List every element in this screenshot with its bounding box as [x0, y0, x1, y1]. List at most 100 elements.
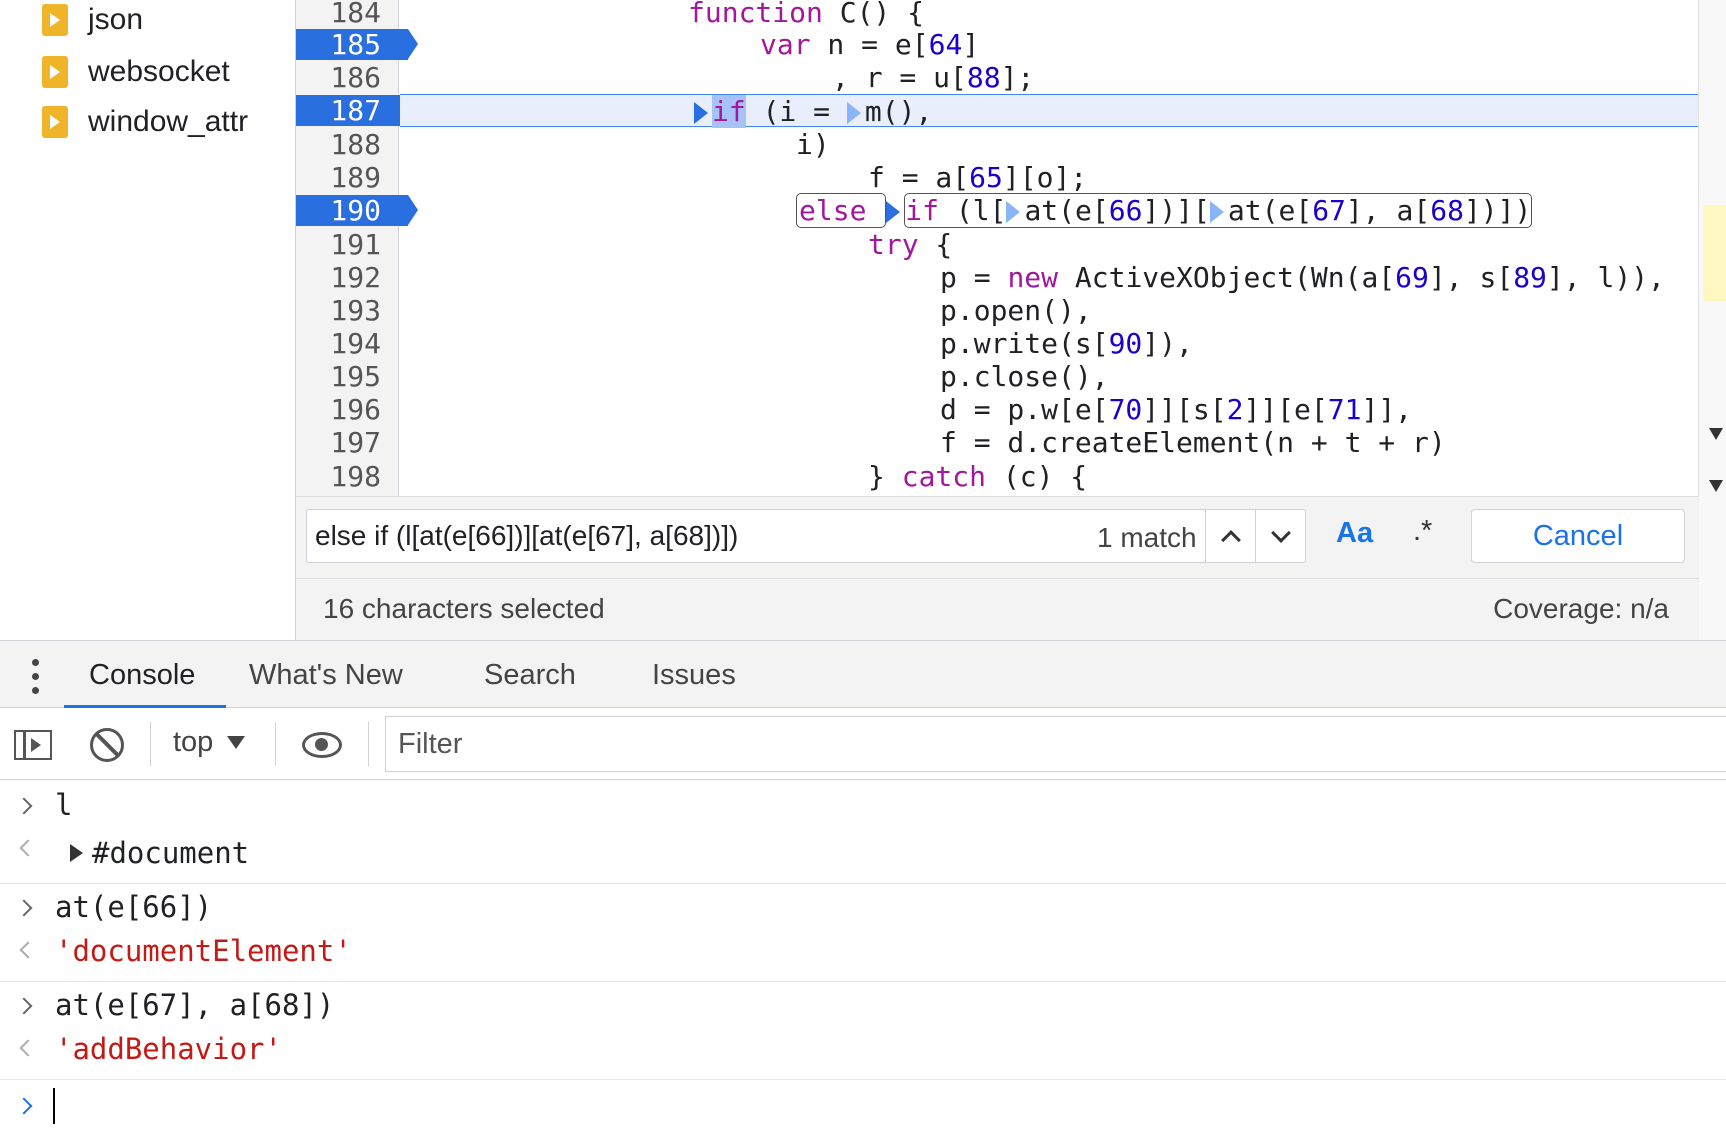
active-prompt-icon	[15, 1097, 33, 1115]
code-line: p.open(),	[940, 294, 1092, 327]
js-file-icon	[42, 106, 68, 138]
line-number[interactable]: 190	[296, 194, 399, 227]
file-tree-item-json[interactable]: json	[42, 0, 143, 40]
toolbar-divider	[275, 722, 276, 766]
file-tree: json websocket window_attr	[0, 0, 295, 640]
source-editor: 184 185 186 187 188 189 190 191 192 193 …	[295, 0, 1726, 640]
code-area[interactable]: function C() { var n = e[64] , r = u[88]…	[400, 0, 1698, 496]
line-number[interactable]: 186	[296, 61, 399, 94]
code-line: p = new ActiveXObject(Wn(a[69], s[89], l…	[940, 261, 1665, 294]
js-file-icon	[42, 4, 68, 36]
console-output-row: 'documentElement'	[0, 932, 1726, 982]
more-options-icon[interactable]	[28, 659, 44, 695]
line-number[interactable]: 197	[296, 426, 399, 459]
context-selector[interactable]: top	[173, 726, 246, 759]
console-prompt-row[interactable]	[0, 1080, 1726, 1136]
find-bar: 1 match Aa .* Cancel	[296, 496, 1699, 578]
inline-breakpoint-icon[interactable]	[694, 102, 708, 124]
next-match-button[interactable]	[1255, 510, 1305, 562]
line-number[interactable]: 195	[296, 360, 399, 393]
expand-triangle-icon[interactable]	[70, 844, 83, 862]
chevron-up-icon	[1220, 529, 1241, 550]
inline-breakpoint-icon[interactable]	[846, 102, 861, 124]
code-line: , r = u[88];	[832, 61, 1035, 94]
result-arrow-icon	[19, 1039, 37, 1057]
line-number[interactable]: 198	[296, 460, 399, 493]
file-tree-item-websocket[interactable]: websocket	[42, 52, 230, 92]
filter-input[interactable]	[385, 716, 1726, 772]
code-line: var n = e[64]	[760, 28, 980, 61]
line-number[interactable]: 187	[296, 94, 399, 127]
live-expression-eye-icon[interactable]	[302, 732, 342, 758]
line-number[interactable]: 189	[296, 161, 399, 194]
line-number[interactable]: 188	[296, 128, 399, 161]
file-tree-item-window-attr[interactable]: window_attr	[42, 102, 248, 142]
line-number[interactable]: 184	[296, 0, 399, 29]
match-count: 1 match	[1097, 522, 1197, 553]
js-file-icon	[42, 56, 68, 88]
scroll-down-icon[interactable]	[1709, 428, 1723, 440]
show-sidebar-icon[interactable]	[14, 730, 52, 760]
console-output[interactable]: l #document at(e[66]) 'documentElement' …	[0, 780, 1726, 1136]
console-output-row: #document	[0, 830, 1726, 884]
inline-breakpoint-icon[interactable]	[886, 201, 901, 223]
coverage-status[interactable]: Coverage: n/a	[1493, 593, 1669, 625]
inline-breakpoint-icon[interactable]	[1006, 201, 1021, 223]
dropdown-caret-icon	[227, 736, 246, 749]
line-number-gutter[interactable]: 184 185 186 187 188 189 190 191 192 193 …	[296, 0, 418, 496]
code-line: function C() {	[688, 0, 925, 29]
match-case-button[interactable]: Aa	[1336, 517, 1373, 550]
console-input: at(e[67], a[68])	[55, 988, 335, 1022]
console-result: 'documentElement'	[55, 934, 352, 968]
file-label: window_attr	[88, 105, 249, 138]
input-prompt-icon	[15, 797, 33, 815]
cancel-button[interactable]: Cancel	[1471, 509, 1685, 563]
code-line: d = p.w[e[70]][s[2]][e[71]],	[940, 393, 1413, 426]
code-line: f = a[65][o];	[868, 161, 1088, 194]
console-result[interactable]: #document	[92, 836, 249, 870]
current-execution-line: if (i = m(),	[400, 94, 1698, 128]
tab-console[interactable]: Console	[89, 659, 195, 692]
input-prompt-icon	[15, 899, 33, 917]
inline-breakpoint-icon[interactable]	[1209, 201, 1224, 223]
selection-status: 16 characters selected	[323, 593, 605, 624]
previous-match-button[interactable]	[1205, 510, 1255, 562]
find-input[interactable]	[315, 510, 1075, 562]
console-result: 'addBehavior'	[55, 1032, 282, 1066]
input-prompt-icon	[15, 997, 33, 1015]
code-line: else if (l[at(e[66])][at(e[67], a[68])])	[400, 193, 1698, 228]
line-number[interactable]: 192	[296, 261, 399, 294]
code-line: p.write(s[90]),	[940, 327, 1193, 360]
drawer-tab-bar: Console What's New Search Issues	[0, 640, 1726, 708]
editor-scrollbar[interactable]	[1698, 0, 1726, 640]
code-line: try {	[868, 228, 953, 261]
line-number[interactable]: 191	[296, 228, 399, 261]
console-output-row: 'addBehavior'	[0, 1030, 1726, 1080]
tab-whats-new[interactable]: What's New	[249, 659, 403, 692]
search-match-marker	[1703, 205, 1726, 301]
code-line: p.close(),	[940, 360, 1109, 393]
status-bar: 16 characters selected Coverage: n/a	[296, 578, 1699, 640]
text-cursor	[53, 1088, 55, 1124]
tab-search[interactable]: Search	[484, 659, 576, 692]
result-arrow-icon	[19, 839, 37, 857]
clear-console-icon[interactable]	[90, 728, 124, 762]
console-input-row: at(e[67], a[68])	[0, 982, 1726, 1030]
code-line: } catch (c) {	[868, 460, 1088, 493]
line-number[interactable]: 185	[296, 28, 399, 61]
scroll-down-icon[interactable]	[1709, 480, 1723, 492]
line-number[interactable]: 194	[296, 327, 399, 360]
console-input: l	[55, 788, 73, 822]
console-input-row: l	[0, 780, 1726, 830]
toolbar-divider	[150, 722, 151, 766]
line-number[interactable]: 193	[296, 294, 399, 327]
result-arrow-icon	[19, 941, 37, 959]
console-toolbar: top	[0, 708, 1726, 780]
console-input-row: at(e[66])	[0, 884, 1726, 932]
line-number[interactable]: 196	[296, 393, 399, 426]
regex-button[interactable]: .*	[1413, 515, 1432, 548]
code-line: f = d.createElement(n + t + r)	[940, 426, 1446, 459]
tab-issues[interactable]: Issues	[652, 659, 736, 692]
toolbar-divider	[368, 722, 369, 766]
console-input: at(e[66])	[55, 890, 213, 924]
